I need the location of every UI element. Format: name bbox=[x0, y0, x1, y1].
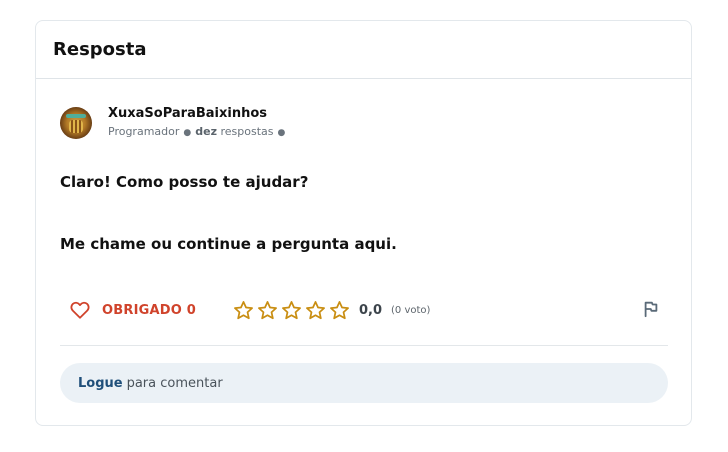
separator-dot: ● bbox=[183, 128, 192, 138]
separator-dot: ● bbox=[277, 128, 286, 138]
answer-content: Claro! Como posso te ajudar? Me chame ou… bbox=[60, 171, 397, 255]
star-icon[interactable] bbox=[281, 300, 302, 321]
answer-paragraph: Me chame ou continue a pergunta aqui. bbox=[60, 235, 397, 253]
star-icon[interactable] bbox=[329, 300, 350, 321]
answer-actions: OBRIGADO 0 0,0 (0 voto) bbox=[60, 297, 668, 323]
card-title: Resposta bbox=[53, 39, 147, 60]
rating-stars: 0,0 (0 voto) bbox=[233, 300, 430, 321]
thanks-label: OBRIGADO 0 bbox=[102, 303, 196, 318]
thanks-count: 0 bbox=[186, 302, 196, 318]
card-header: Resposta bbox=[36, 21, 691, 79]
star-icon[interactable] bbox=[305, 300, 326, 321]
heart-icon bbox=[70, 301, 90, 319]
comment-input[interactable]: Logue para comentar bbox=[60, 363, 668, 403]
avatar[interactable] bbox=[60, 106, 92, 139]
star-icon[interactable] bbox=[257, 300, 278, 321]
author-meta: Programador ● dez respostas ● bbox=[108, 125, 289, 140]
author-info: XuxaSoParaBaixinhos Programador ● dez resp… bbox=[108, 105, 289, 140]
login-link[interactable]: Logue bbox=[78, 376, 123, 391]
flag-icon[interactable] bbox=[642, 300, 660, 318]
author-name[interactable]: XuxaSoParaBaixinhos bbox=[108, 105, 289, 122]
comment-prompt: para comentar bbox=[126, 375, 223, 391]
author-role: Programador bbox=[108, 125, 180, 138]
author-answers-count: dez bbox=[195, 125, 217, 138]
answer-paragraph: Claro! Como posso te ajudar? bbox=[60, 173, 309, 191]
author-answers-label: respostas bbox=[220, 125, 274, 138]
thanks-text: OBRIGADO bbox=[102, 302, 182, 318]
star-icon[interactable] bbox=[233, 300, 254, 321]
thanks-button[interactable]: OBRIGADO 0 bbox=[70, 301, 196, 319]
rating-votes: (0 voto) bbox=[391, 304, 431, 316]
divider bbox=[60, 345, 668, 346]
author-block: XuxaSoParaBaixinhos Programador ● dez resp… bbox=[60, 105, 289, 140]
answer-card: Resposta XuxaSoParaBaixinhos Programador… bbox=[35, 20, 692, 426]
rating-value: 0,0 bbox=[358, 302, 382, 318]
